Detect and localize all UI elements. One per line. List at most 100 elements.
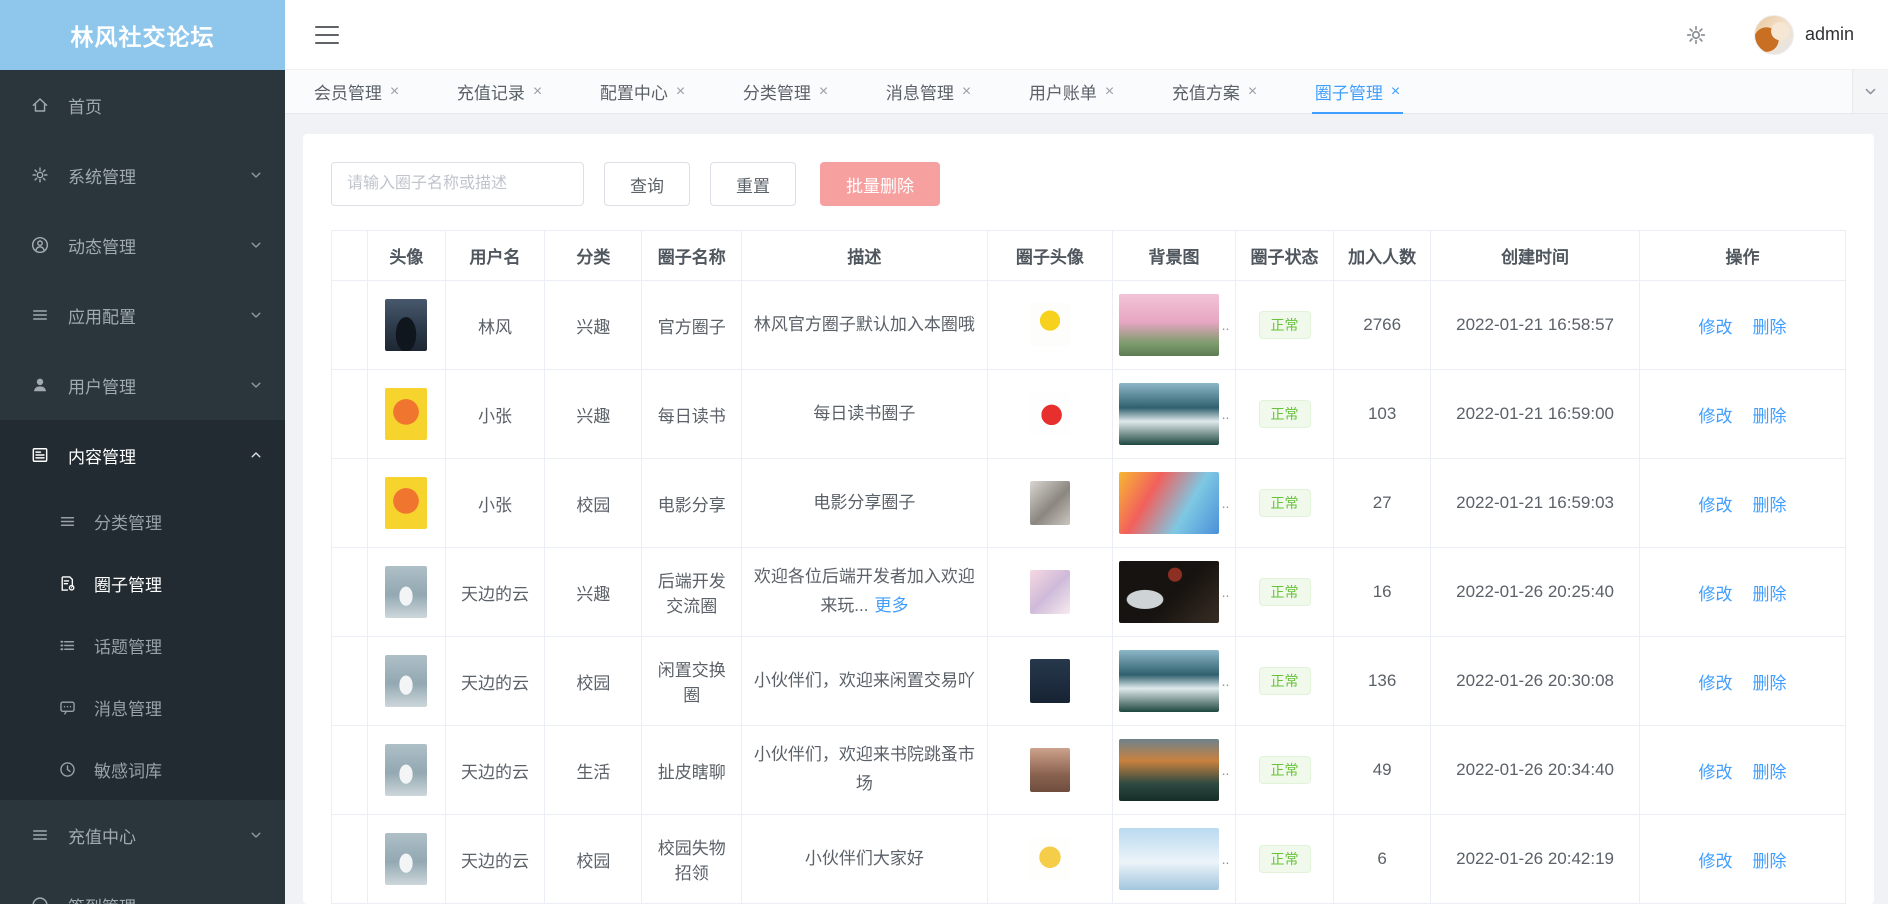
circle-avatar-cell xyxy=(987,281,1113,370)
sidebar-item-label: 签到管理 xyxy=(68,893,249,904)
members-count-cell: 16 xyxy=(1334,548,1431,637)
delete-link[interactable]: 删除 xyxy=(1753,852,1787,871)
delete-link[interactable]: 删除 xyxy=(1753,585,1787,604)
close-icon[interactable]: × xyxy=(962,83,971,101)
row-select-cell[interactable] xyxy=(332,815,368,904)
delete-link[interactable]: 删除 xyxy=(1753,407,1787,426)
sidebar-item-label: 首页 xyxy=(68,93,249,118)
close-icon[interactable]: × xyxy=(1248,83,1257,101)
username-cell: 天边的云 xyxy=(445,815,545,904)
row-select-cell[interactable] xyxy=(332,281,368,370)
search-input[interactable] xyxy=(331,162,584,206)
delete-link[interactable]: 删除 xyxy=(1753,496,1787,515)
sidebar-item-appcfg[interactable]: 应用配置 xyxy=(0,280,285,350)
background-cell: .. xyxy=(1113,815,1236,904)
menu-icon xyxy=(58,697,78,717)
username-cell: 小张 xyxy=(445,370,545,459)
tab-会员管理[interactable]: 会员管理 × xyxy=(285,70,428,113)
close-icon[interactable]: × xyxy=(819,83,828,101)
user-avatar-cell xyxy=(368,726,445,815)
tab-配置中心[interactable]: 配置中心 × xyxy=(571,70,714,113)
delete-link[interactable]: 删除 xyxy=(1753,318,1787,337)
query-button[interactable]: 查询 xyxy=(604,162,690,206)
tab-分类管理[interactable]: 分类管理 × xyxy=(714,70,857,113)
background-cell: .. xyxy=(1113,726,1236,815)
close-icon[interactable]: × xyxy=(1391,83,1400,101)
tab-圈子管理[interactable]: 圈子管理 × xyxy=(1286,70,1429,113)
tab-label: 会员管理 xyxy=(314,79,382,104)
close-icon[interactable]: × xyxy=(1105,83,1114,101)
sidebar-item-category[interactable]: 分类管理 xyxy=(0,490,285,552)
circle-name-cell: 电影分享 xyxy=(642,459,742,548)
select-column-header[interactable] xyxy=(332,231,368,281)
row-select-cell[interactable] xyxy=(332,370,368,459)
edit-link[interactable]: 修改 xyxy=(1699,407,1733,426)
description-text: 每日读书圈子 xyxy=(813,404,915,423)
menu-icon xyxy=(30,165,50,185)
hamburger-menu-icon[interactable] xyxy=(315,26,339,44)
tab-消息管理[interactable]: 消息管理 × xyxy=(857,70,1000,113)
sidebar-item-signin[interactable]: 签到管理 xyxy=(0,870,285,904)
sidebar-item-dynamic[interactable]: 动态管理 xyxy=(0,210,285,280)
batch-delete-button[interactable]: 批量删除 xyxy=(820,162,940,206)
background-cell: .. xyxy=(1113,637,1236,726)
column-header: 分类 xyxy=(545,231,642,281)
tab-overflow-chevron-icon[interactable] xyxy=(1852,70,1888,113)
background-image xyxy=(1119,561,1219,623)
created-time-cell: 2022-01-21 16:59:03 xyxy=(1431,459,1640,548)
delete-link[interactable]: 删除 xyxy=(1753,763,1787,782)
sidebar-item-topic[interactable]: 话题管理 xyxy=(0,614,285,676)
edit-link[interactable]: 修改 xyxy=(1699,585,1733,604)
circle-name-cell: 扯皮瞎聊 xyxy=(642,726,742,815)
sidebar-item-message[interactable]: 消息管理 xyxy=(0,676,285,738)
description-text: 小伙伴们，欢迎来书院跳蚤市场 xyxy=(754,745,975,793)
category-cell: 校园 xyxy=(545,815,642,904)
created-time-cell: 2022-01-26 20:42:19 xyxy=(1431,815,1640,904)
sidebar-item-system[interactable]: 系统管理 xyxy=(0,140,285,210)
sidebar-item-recharge[interactable]: 充值中心 xyxy=(0,800,285,870)
sidebar-item-users[interactable]: 用户管理 xyxy=(0,350,285,420)
description-cell: 小伙伴们，欢迎来书院跳蚤市场 xyxy=(742,726,987,815)
background-image xyxy=(1119,383,1219,445)
category-cell: 兴趣 xyxy=(545,548,642,637)
members-count-cell: 6 xyxy=(1334,815,1431,904)
row-select-cell[interactable] xyxy=(332,637,368,726)
circles-table-wrap: 头像用户名分类圈子名称描述圈子头像背景图圈子状态加入人数创建时间操作 林风 兴趣… xyxy=(331,230,1846,904)
truncation-dots: .. xyxy=(1222,673,1230,689)
sidebar-item-label: 圈子管理 xyxy=(94,571,249,596)
row-select-cell[interactable] xyxy=(332,459,368,548)
status-cell: 正常 xyxy=(1235,548,1333,637)
close-icon[interactable]: × xyxy=(390,83,399,101)
delete-link[interactable]: 删除 xyxy=(1753,674,1787,693)
reset-button[interactable]: 重置 xyxy=(710,162,796,206)
circle-name-cell: 每日读书 xyxy=(642,370,742,459)
tab-充值方案[interactable]: 充值方案 × xyxy=(1143,70,1286,113)
category-cell: 兴趣 xyxy=(545,281,642,370)
edit-link[interactable]: 修改 xyxy=(1699,496,1733,515)
edit-link[interactable]: 修改 xyxy=(1699,674,1733,693)
sidebar-item-sensitive[interactable]: 敏感词库 xyxy=(0,738,285,800)
row-select-cell[interactable] xyxy=(332,726,368,815)
tab-bar: 会员管理 × 充值记录 × 配置中心 × 分类管理 × 消息管理 × 用户账单 … xyxy=(285,70,1888,114)
edit-link[interactable]: 修改 xyxy=(1699,763,1733,782)
sidebar-item-home[interactable]: 首页 xyxy=(0,70,285,140)
tab-充值记录[interactable]: 充值记录 × xyxy=(428,70,571,113)
circle-avatar-image xyxy=(1030,837,1070,881)
status-badge: 正常 xyxy=(1259,489,1311,517)
circle-avatar-image xyxy=(1030,748,1070,792)
close-icon[interactable]: × xyxy=(676,83,685,101)
more-link[interactable]: 更多 xyxy=(874,596,908,615)
members-count-cell: 2766 xyxy=(1334,281,1431,370)
chevron-down-icon xyxy=(249,638,263,652)
edit-link[interactable]: 修改 xyxy=(1699,852,1733,871)
background-cell: .. xyxy=(1113,370,1236,459)
row-select-cell[interactable] xyxy=(332,548,368,637)
user-menu[interactable]: admin xyxy=(1754,15,1854,55)
close-icon[interactable]: × xyxy=(533,83,542,101)
username-cell: 天边的云 xyxy=(445,726,545,815)
tab-用户账单[interactable]: 用户账单 × xyxy=(1000,70,1143,113)
sidebar-item-circle[interactable]: 圈子管理 xyxy=(0,552,285,614)
edit-link[interactable]: 修改 xyxy=(1699,318,1733,337)
settings-gear-icon[interactable] xyxy=(1684,23,1708,47)
sidebar-item-content[interactable]: 内容管理 xyxy=(0,420,285,490)
